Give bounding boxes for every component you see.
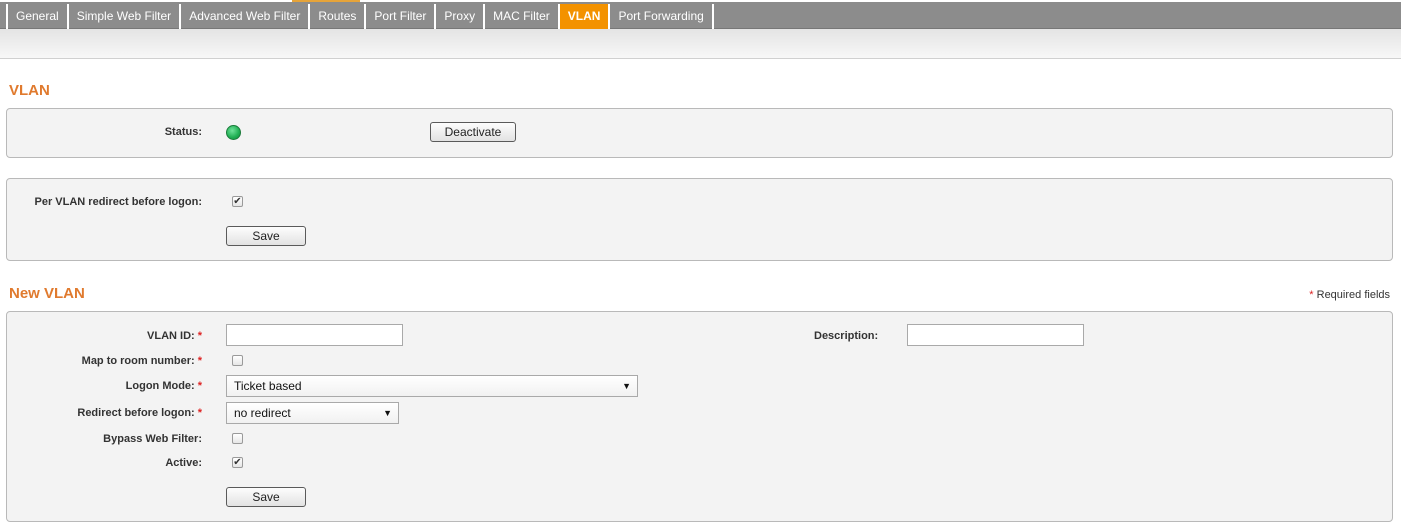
logon-mode-required-marker: *	[197, 380, 202, 392]
tab-advanced-web-filter[interactable]: Advanced Web Filter	[179, 4, 308, 30]
vlan-id-label-text: VLAN ID:	[147, 330, 195, 342]
required-marker: *	[1309, 289, 1314, 301]
active-checkbox[interactable]: ✔	[232, 457, 243, 468]
bypass-web-filter-label: Bypass Web Filter:	[103, 433, 202, 445]
deactivate-button[interactable]: Deactivate	[430, 122, 516, 142]
redirect-required-marker: *	[197, 407, 202, 419]
logon-mode-select[interactable]: Ticket based ▼	[226, 375, 638, 397]
redirect-before-logon-label: Redirect before logon: *	[77, 407, 202, 419]
redirect-before-logon-value: no redirect	[234, 406, 291, 420]
tab-routes[interactable]: Routes	[308, 4, 364, 30]
vlan-id-input[interactable]	[226, 324, 403, 346]
sub-toolbar	[0, 29, 1401, 59]
new-vlan-form-panel: VLAN ID: * Description: Map to room numbe…	[6, 311, 1393, 522]
tab-proxy[interactable]: Proxy	[434, 4, 483, 30]
vlan-id-label: VLAN ID: *	[147, 330, 202, 342]
tab-simple-web-filter[interactable]: Simple Web Filter	[66, 4, 179, 30]
vlan-id-required-marker: *	[197, 330, 202, 342]
vlan-section-title: VLAN	[9, 82, 50, 99]
tab-vlan[interactable]: VLAN	[557, 4, 609, 30]
description-label: Description:	[814, 330, 879, 342]
logon-mode-value: Ticket based	[234, 379, 302, 393]
active-label: Active:	[165, 457, 202, 469]
tab-mac-filter[interactable]: MAC Filter	[483, 4, 558, 30]
status-label: Status:	[164, 126, 202, 138]
required-fields-text: Required fields	[1316, 289, 1390, 301]
redirect-before-logon-label-text: Redirect before logon:	[77, 407, 195, 419]
map-room-required-marker: *	[197, 355, 202, 367]
status-indicator-icon	[226, 125, 241, 140]
per-vlan-redirect-label: Per VLAN redirect before logon:	[34, 196, 202, 208]
logon-mode-label-text: Logon Mode:	[125, 380, 195, 392]
tab-port-forwarding[interactable]: Port Forwarding	[608, 4, 714, 30]
logon-mode-label: Logon Mode: *	[126, 380, 202, 392]
map-room-label: Map to room number: *	[82, 355, 202, 367]
vlan-status-panel: Status: Deactivate	[6, 108, 1393, 158]
description-input[interactable]	[907, 324, 1084, 346]
tab-port-filter[interactable]: Port Filter	[364, 4, 434, 30]
redirect-settings-panel: Per VLAN redirect before logon: ✔ Save	[6, 178, 1393, 261]
logon-mode-dropdown-arrow-icon: ▼	[622, 381, 631, 391]
redirect-before-logon-select[interactable]: no redirect ▼	[226, 402, 399, 424]
required-fields-note: * Required fields	[1309, 289, 1390, 301]
map-room-label-text: Map to room number:	[81, 355, 195, 367]
tab-bar: General Simple Web Filter Advanced Web F…	[0, 2, 1401, 30]
map-room-checkbox[interactable]	[232, 355, 243, 366]
new-vlan-save-button[interactable]: Save	[226, 487, 306, 507]
new-vlan-section-title: New VLAN	[9, 285, 85, 302]
redirect-dropdown-arrow-icon: ▼	[383, 408, 392, 418]
tab-general[interactable]: General	[6, 4, 67, 30]
bypass-web-filter-checkbox[interactable]	[232, 433, 243, 444]
tab-list: General Simple Web Filter Advanced Web F…	[6, 4, 714, 30]
redirect-save-button[interactable]: Save	[226, 226, 306, 246]
per-vlan-redirect-checkbox[interactable]: ✔	[232, 196, 243, 207]
